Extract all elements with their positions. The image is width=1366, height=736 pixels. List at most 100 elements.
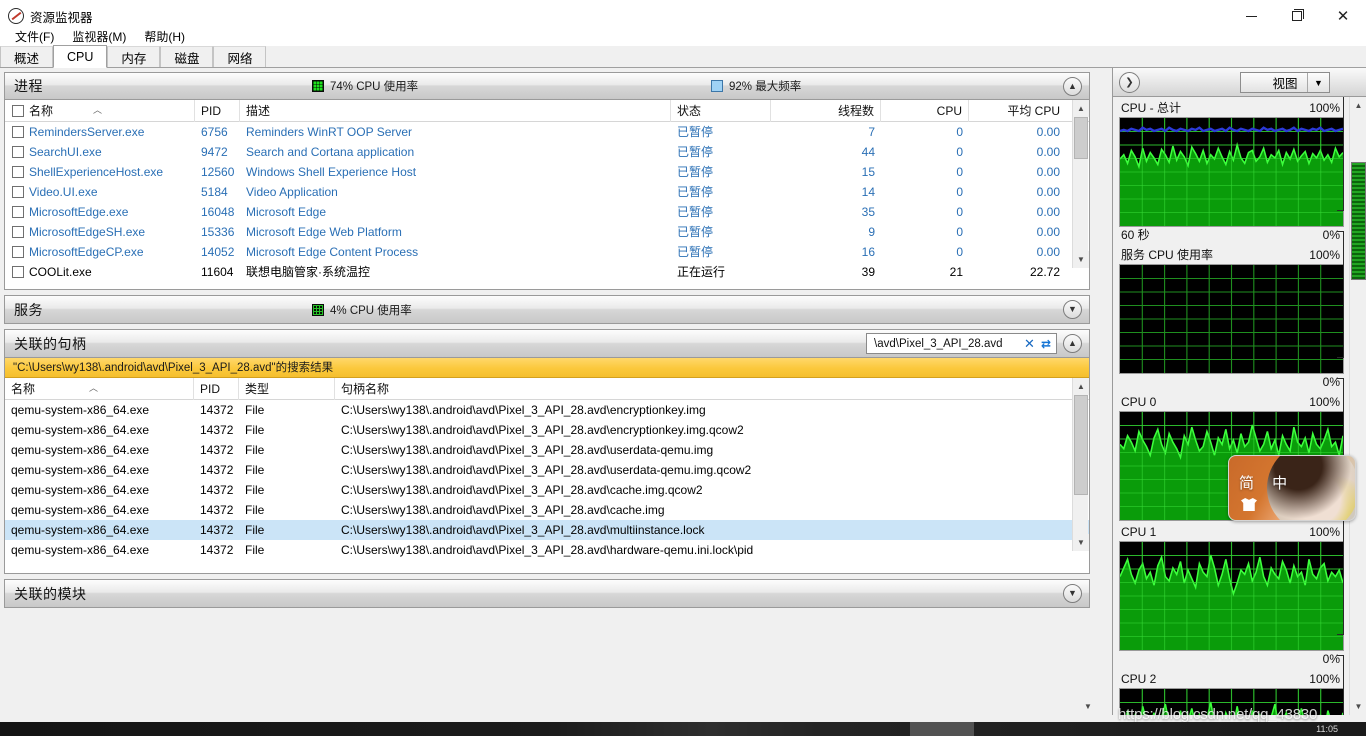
cell-status: 已暂停 <box>671 162 771 182</box>
table-row[interactable]: Video.UI.exe5184Video Application已暂停1400… <box>5 182 1089 202</box>
taskbar-clock: 11:05 <box>1316 724 1338 734</box>
taskbar: 11:05 <box>0 722 1366 736</box>
handles-scrollbar[interactable]: ▲ ▼ <box>1072 378 1088 551</box>
scroll-up-icon[interactable]: ▲ <box>1073 100 1089 117</box>
refresh-search-icon[interactable]: ⇄ <box>1039 337 1053 351</box>
graph-scale-bracket <box>1337 655 1344 715</box>
cell-handle-path: C:\Users\wy138\.android\avd\Pixel_3_API_… <box>335 520 1065 540</box>
cell-status: 已暂停 <box>671 182 771 202</box>
cell-avg-cpu: 0.00 <box>969 202 1066 222</box>
cell-status: 已暂停 <box>671 242 771 262</box>
col-cpu[interactable]: CPU <box>881 100 969 122</box>
ime-mode-label: 简 中 <box>1239 472 1294 493</box>
sidebar-scrollbar[interactable]: ▲ ▼ <box>1349 97 1366 715</box>
menu-monitor[interactable]: 监视器(M) <box>63 26 135 47</box>
table-row[interactable]: MicrosoftEdgeSH.exe15336Microsoft Edge W… <box>5 222 1089 242</box>
tab-overview[interactable]: 概述 <box>0 46 53 67</box>
row-checkbox[interactable] <box>12 206 24 218</box>
table-row[interactable]: ShellExperienceHost.exe12560Windows Shel… <box>5 162 1089 182</box>
handles-scroll-up-icon[interactable]: ▲ <box>1073 378 1089 395</box>
scroll-down-icon[interactable]: ▼ <box>1073 251 1089 268</box>
row-checkbox[interactable] <box>12 166 24 178</box>
col-status[interactable]: 状态 <box>671 100 771 122</box>
cell-handle-name: qemu-system-x86_64.exe <box>5 420 194 440</box>
cell-name: Video.UI.exe <box>5 182 195 202</box>
cell-threads: 14 <box>771 182 881 202</box>
table-row[interactable]: COOLit.exe11604联想电脑管家·系统温控正在运行392122.72 <box>5 262 1089 282</box>
taskbar-active-item[interactable] <box>910 722 974 736</box>
process-name: COOLit.exe <box>29 262 92 282</box>
cell-status: 已暂停 <box>671 202 771 222</box>
modules-title: 关联的模块 <box>5 584 87 604</box>
row-checkbox[interactable] <box>12 146 24 158</box>
tab-network[interactable]: 网络 <box>213 46 266 67</box>
col-desc[interactable]: 描述 <box>240 100 671 122</box>
handles-header[interactable]: 关联的句柄 ✕ ⇄ ▲ <box>5 330 1089 358</box>
table-row[interactable]: qemu-system-x86_64.exe14372FileC:\Users\… <box>5 420 1089 440</box>
graph-labels: CPU - 总计100% <box>1119 100 1344 117</box>
table-row[interactable]: qemu-system-x86_64.exe14372FileC:\Users\… <box>5 480 1089 500</box>
view-button[interactable]: 视图 ▼ <box>1240 72 1330 93</box>
processes-scrollbar[interactable]: ▲ ▼ <box>1072 100 1088 268</box>
cell-handle-path: C:\Users\wy138\.android\avd\Pixel_3_API_… <box>335 540 1065 560</box>
row-checkbox[interactable] <box>12 186 24 198</box>
ime-shirt-icon <box>1241 498 1257 511</box>
handle-search-input[interactable] <box>872 335 1020 352</box>
sidebar-scroll-thumb[interactable] <box>1351 162 1366 280</box>
row-checkbox[interactable] <box>12 126 24 138</box>
chevron-down-icon[interactable]: ▼ <box>1307 73 1329 92</box>
table-row[interactable]: qemu-system-x86_64.exe14372FileC:\Users\… <box>5 440 1089 460</box>
ime-language-popup[interactable]: 简 中 <box>1228 455 1356 521</box>
menu-file[interactable]: 文件(F) <box>6 26 63 47</box>
table-row[interactable]: SearchUI.exe9472Search and Cortana appli… <box>5 142 1089 162</box>
row-checkbox[interactable] <box>12 246 24 258</box>
process-name: Video.UI.exe <box>29 182 98 202</box>
cell-avg-cpu: 0.00 <box>969 162 1066 182</box>
leftpane-scroll-down-icon[interactable]: ▼ <box>1080 698 1096 714</box>
col-threads[interactable]: 线程数 <box>771 100 881 122</box>
tab-cpu[interactable]: CPU <box>53 45 107 68</box>
row-checkbox[interactable] <box>12 266 24 278</box>
table-row[interactable]: RemindersServer.exe6756Reminders WinRT O… <box>5 122 1089 142</box>
handle-col-name[interactable]: 名称 ︿ <box>5 378 194 400</box>
col-pid[interactable]: PID <box>195 100 240 122</box>
col-avg-cpu[interactable]: 平均 CPU <box>969 100 1066 122</box>
services-expand-button[interactable]: ▼ <box>1063 300 1082 319</box>
handles-collapse-button[interactable]: ▲ <box>1063 334 1082 353</box>
tab-memory[interactable]: 内存 <box>107 46 160 67</box>
table-row[interactable]: qemu-system-x86_64.exe14372FileC:\Users\… <box>5 500 1089 520</box>
chevron-right-icon[interactable]: ❯ <box>1119 72 1140 93</box>
table-row[interactable]: qemu-system-x86_64.exe14372FileC:\Users\… <box>5 460 1089 480</box>
select-all-checkbox[interactable] <box>12 105 24 117</box>
sidebar-scroll-up-icon[interactable]: ▲ <box>1350 97 1366 114</box>
handle-search-box[interactable]: ✕ ⇄ <box>866 333 1057 354</box>
services-header[interactable]: 服务 4% CPU 使用率 ▼ <box>5 296 1089 323</box>
table-row[interactable]: qemu-system-x86_64.exe14372FileC:\Users\… <box>5 400 1089 420</box>
handle-col-type[interactable]: 类型 <box>239 378 335 400</box>
cell-description: 联想电脑管家·系统温控 <box>240 262 671 282</box>
table-row[interactable]: MicrosoftEdgeCP.exe14052Microsoft Edge C… <box>5 242 1089 262</box>
cell-threads: 15 <box>771 162 881 182</box>
table-row[interactable]: MicrosoftEdge.exe16048Microsoft Edge已暂停3… <box>5 202 1089 222</box>
table-row[interactable]: qemu-system-x86_64.exe14372FileC:\Users\… <box>5 540 1089 560</box>
handles-scroll-down-icon[interactable]: ▼ <box>1073 534 1089 551</box>
col-name[interactable]: 名称 ︿ <box>5 100 195 122</box>
table-row[interactable]: qemu-system-x86_64.exe14372FileC:\Users\… <box>5 520 1089 540</box>
cell-name: MicrosoftEdgeSH.exe <box>5 222 195 242</box>
row-checkbox[interactable] <box>12 226 24 238</box>
handle-col-handlename[interactable]: 句柄名称 <box>335 378 1065 400</box>
modules-expand-button[interactable]: ▼ <box>1063 584 1082 603</box>
handle-col-pid[interactable]: PID <box>194 378 239 400</box>
processes-header[interactable]: 进程 74% CPU 使用率 92% 最大频率 ▲ <box>5 73 1089 100</box>
clear-x-icon[interactable]: ✕ <box>1020 337 1039 350</box>
menu-help[interactable]: 帮助(H) <box>135 26 194 47</box>
processes-collapse-button[interactable]: ▲ <box>1063 77 1082 96</box>
sidebar-scroll-down-icon[interactable]: ▼ <box>1350 698 1366 715</box>
cell-handle-pid: 14372 <box>194 520 239 540</box>
tab-disk[interactable]: 磁盘 <box>160 46 213 67</box>
handles-scroll-thumb[interactable] <box>1074 395 1088 495</box>
watermark-text: https://blog.csdn.net/qq_43830 <box>1118 706 1317 723</box>
view-button-label: 视图 <box>1272 73 1297 92</box>
modules-header[interactable]: 关联的模块 ▼ <box>5 580 1089 607</box>
processes-scroll-thumb[interactable] <box>1074 117 1088 159</box>
